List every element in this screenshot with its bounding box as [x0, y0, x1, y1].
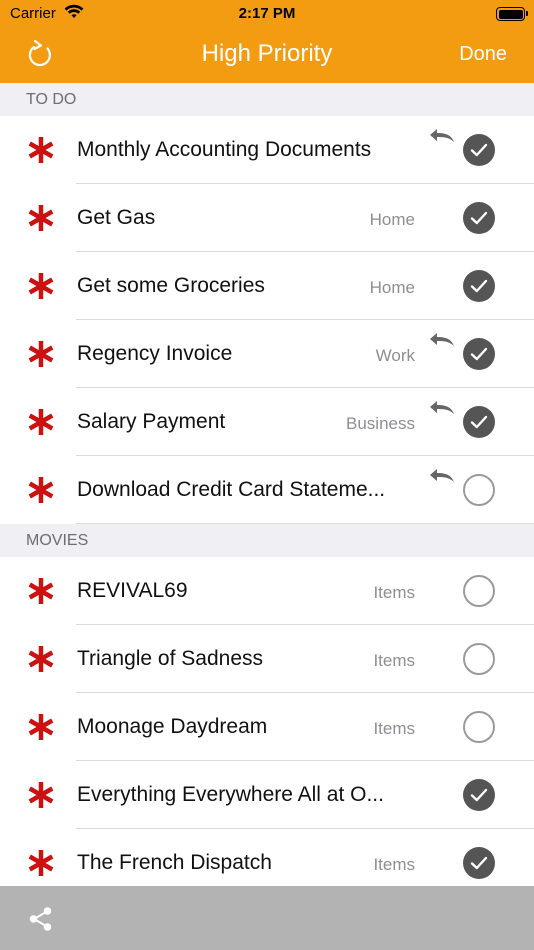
checkbox-checked[interactable]	[463, 779, 495, 811]
item-title: Get Gas	[77, 206, 156, 229]
list-item[interactable]: REVIVAL69 Items	[0, 557, 534, 625]
priority-marker	[25, 266, 57, 306]
asterisk-icon	[28, 714, 54, 740]
checkmark-icon	[470, 279, 488, 293]
list-item[interactable]: Get Gas Home	[0, 184, 534, 252]
item-category-tag: Business	[346, 414, 415, 433]
item-title: Everything Everywhere All at O...	[77, 783, 384, 806]
item-title: Regency Invoice	[77, 342, 233, 365]
list-item[interactable]: Triangle of Sadness Items	[0, 625, 534, 693]
battery-icon	[496, 7, 528, 21]
checkbox-unchecked[interactable]	[463, 575, 495, 607]
priority-marker	[25, 571, 57, 611]
priority-marker	[25, 130, 57, 170]
checkmark-icon	[470, 856, 488, 870]
list-item[interactable]: Regency Invoice Work	[0, 320, 534, 388]
asterisk-icon	[28, 137, 54, 163]
checkmark-icon	[470, 788, 488, 802]
list-item[interactable]: Moonage Daydream Items	[0, 693, 534, 761]
list-item[interactable]: Salary Payment Business	[0, 388, 534, 456]
list-item[interactable]: Get some Groceries Home	[0, 252, 534, 320]
nav-bar: High Priority Done	[0, 28, 534, 83]
priority-marker	[25, 775, 57, 815]
undo-arrow-icon[interactable]	[427, 126, 457, 146]
priority-marker	[25, 639, 57, 679]
item-category-tag: Items	[373, 583, 415, 602]
asterisk-icon	[28, 646, 54, 672]
section-header: MOVIES	[0, 524, 534, 557]
undo-arrow-icon[interactable]	[427, 466, 457, 486]
priority-marker	[25, 843, 57, 883]
list-item[interactable]: Monthly Accounting Documents	[0, 116, 534, 184]
item-category-tag: Home	[369, 278, 415, 297]
asterisk-icon	[28, 205, 54, 231]
asterisk-icon	[28, 477, 54, 503]
item-title: Triangle of Sadness	[77, 647, 263, 670]
priority-marker	[25, 198, 57, 238]
checkbox-unchecked[interactable]	[463, 711, 495, 743]
checkbox-checked[interactable]	[463, 847, 495, 879]
page-title: High Priority	[201, 40, 333, 67]
item-title: Monthly Accounting Documents	[77, 138, 372, 161]
item-category-tag: Items	[373, 855, 415, 874]
asterisk-icon	[28, 850, 54, 876]
status-time: 2:17 PM	[238, 5, 296, 22]
item-title: Download Credit Card Stateme...	[77, 478, 386, 501]
asterisk-icon	[28, 578, 54, 604]
share-icon	[29, 907, 52, 931]
status-bar: Carrier 2:17 PM	[0, 0, 534, 28]
bottom-toolbar	[0, 886, 534, 950]
undo-arrow-icon[interactable]	[427, 398, 457, 418]
asterisk-icon	[28, 273, 54, 299]
checkbox-checked[interactable]	[463, 270, 495, 302]
list-item[interactable]: Download Credit Card Stateme...	[0, 456, 534, 524]
item-title: Moonage Daydream	[77, 715, 268, 738]
asterisk-icon	[28, 409, 54, 435]
item-title: Salary Payment	[77, 410, 226, 433]
checkmark-icon	[470, 415, 488, 429]
checkmark-icon	[470, 143, 488, 157]
checkbox-checked[interactable]	[463, 406, 495, 438]
checkmark-icon	[470, 347, 488, 361]
asterisk-icon	[28, 341, 54, 367]
checkmark-icon	[470, 211, 488, 225]
done-button[interactable]: Done	[459, 43, 507, 66]
item-category-tag: Items	[373, 719, 415, 738]
checkbox-checked[interactable]	[463, 134, 495, 166]
priority-marker	[25, 334, 57, 374]
checkbox-checked[interactable]	[463, 202, 495, 234]
item-category-tag: Work	[375, 346, 415, 365]
asterisk-icon	[28, 782, 54, 808]
item-title: Get some Groceries	[77, 274, 265, 297]
priority-marker	[25, 402, 57, 442]
item-title: The French Dispatch	[77, 851, 272, 874]
item-category-tag: Home	[369, 210, 415, 229]
priority-marker	[25, 470, 57, 510]
undo-arrow-icon[interactable]	[427, 330, 457, 350]
checkbox-checked[interactable]	[463, 338, 495, 370]
priority-marker	[25, 707, 57, 747]
checkbox-unchecked[interactable]	[463, 474, 495, 506]
item-category-tag: Items	[373, 651, 415, 670]
section-header: TO DO	[0, 83, 534, 116]
checkbox-unchecked[interactable]	[463, 643, 495, 675]
list-item[interactable]: Everything Everywhere All at O...	[0, 761, 534, 829]
share-button[interactable]	[26, 904, 56, 934]
item-title: REVIVAL69	[77, 579, 188, 602]
